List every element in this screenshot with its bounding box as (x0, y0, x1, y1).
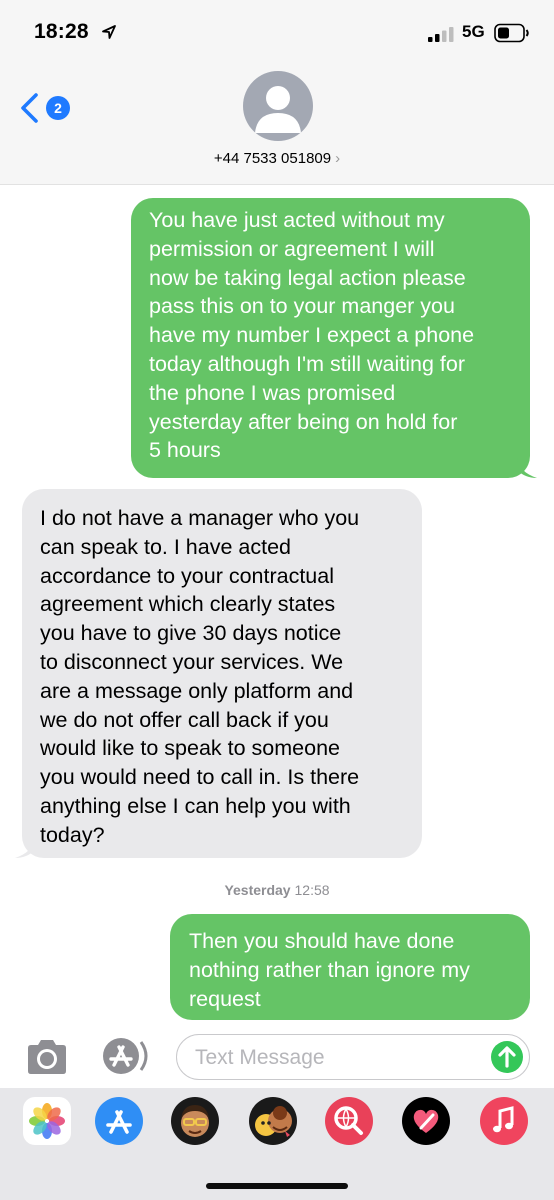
message-line: You have just acted without my (149, 208, 445, 232)
message-line: nothing rather than ignore my (189, 957, 470, 982)
photos-icon[interactable] (23, 1097, 71, 1145)
contact-name[interactable]: +44 7533 051809 › (0, 150, 554, 167)
message-line: permission or agreement I will (149, 236, 435, 261)
app-store-icon[interactable] (95, 1097, 143, 1145)
message-line: anything else I can help you with (40, 793, 351, 818)
message-line: 5 hours (149, 438, 221, 463)
message-input[interactable] (193, 1042, 477, 1074)
message-line: Then you should have done (189, 929, 455, 953)
sent-message-bubble[interactable]: Then you should have done nothing rather… (170, 914, 530, 1020)
signal-strength-icon (428, 27, 454, 42)
message-line: today? (40, 822, 105, 847)
unread-badge: 2 (46, 96, 70, 120)
contact-number: +44 7533 051809 (213, 150, 332, 167)
chevron-right-icon: › (335, 150, 341, 167)
message-line: are a message only platform and (40, 678, 354, 703)
compose-bar (0, 1022, 554, 1088)
send-button[interactable] (491, 1041, 523, 1073)
message-line: pass this on to your manger you (149, 294, 455, 319)
status-time: 18:28 (34, 20, 89, 43)
sent-message-bubble[interactable]: You have just acted without my permissio… (131, 198, 537, 478)
message-line: accordance to your contractual (40, 563, 334, 588)
message-line: you have to give 30 days notice (40, 621, 342, 646)
message-line: agreement which clearly states (40, 592, 336, 617)
back-button[interactable]: 2 (18, 90, 74, 126)
music-icon[interactable] (480, 1097, 528, 1145)
message-line: you would need to call in. Is there (40, 765, 360, 790)
battery-icon (494, 23, 529, 43)
message-line: I do not have a manager who you (40, 506, 360, 530)
network-type: 5G (462, 22, 485, 41)
timestamp-day: Yesterday (224, 882, 291, 898)
memoji-icon[interactable] (171, 1097, 219, 1145)
app-store-icon[interactable] (97, 1036, 151, 1076)
message-input-field[interactable] (176, 1034, 530, 1080)
animoji-icon[interactable] (249, 1097, 297, 1145)
camera-icon[interactable] (24, 1038, 70, 1076)
message-timestamp: Yesterday 12:58 (0, 882, 554, 898)
digital-touch-icon[interactable] (402, 1097, 450, 1145)
status-bar: 18:28 5G (0, 0, 554, 70)
web-search-icon[interactable] (325, 1097, 373, 1145)
message-line: would like to speak to someone (40, 736, 340, 761)
person-icon (255, 86, 301, 133)
bubble-tail (15, 838, 35, 858)
conversation-header: 18:28 5G 2 +44 7533 051809 › (0, 0, 554, 185)
message-line: have my number I expect a phone (149, 323, 475, 348)
message-line: now be taking legal action please (149, 265, 466, 290)
message-line: we do not offer call back if you (40, 707, 329, 732)
message-line: request (189, 986, 261, 1011)
message-line: can speak to. I have acted (40, 534, 291, 559)
message-line: today although I'm still waiting for (149, 351, 466, 376)
home-indicator[interactable] (206, 1183, 348, 1189)
arrow-up-icon (498, 1046, 516, 1068)
message-line: the phone I was promised (149, 380, 396, 405)
bubble-tail (517, 458, 537, 478)
message-line: yesterday after being on hold for (149, 409, 458, 434)
chevron-left-icon (21, 93, 38, 123)
message-line: to disconnect your services. We (40, 649, 344, 674)
received-message-bubble[interactable]: I do not have a manager who you can spea… (15, 489, 422, 858)
contact-avatar[interactable] (243, 71, 313, 141)
timestamp-time: 12:58 (294, 882, 330, 898)
location-arrow-icon (102, 25, 116, 39)
